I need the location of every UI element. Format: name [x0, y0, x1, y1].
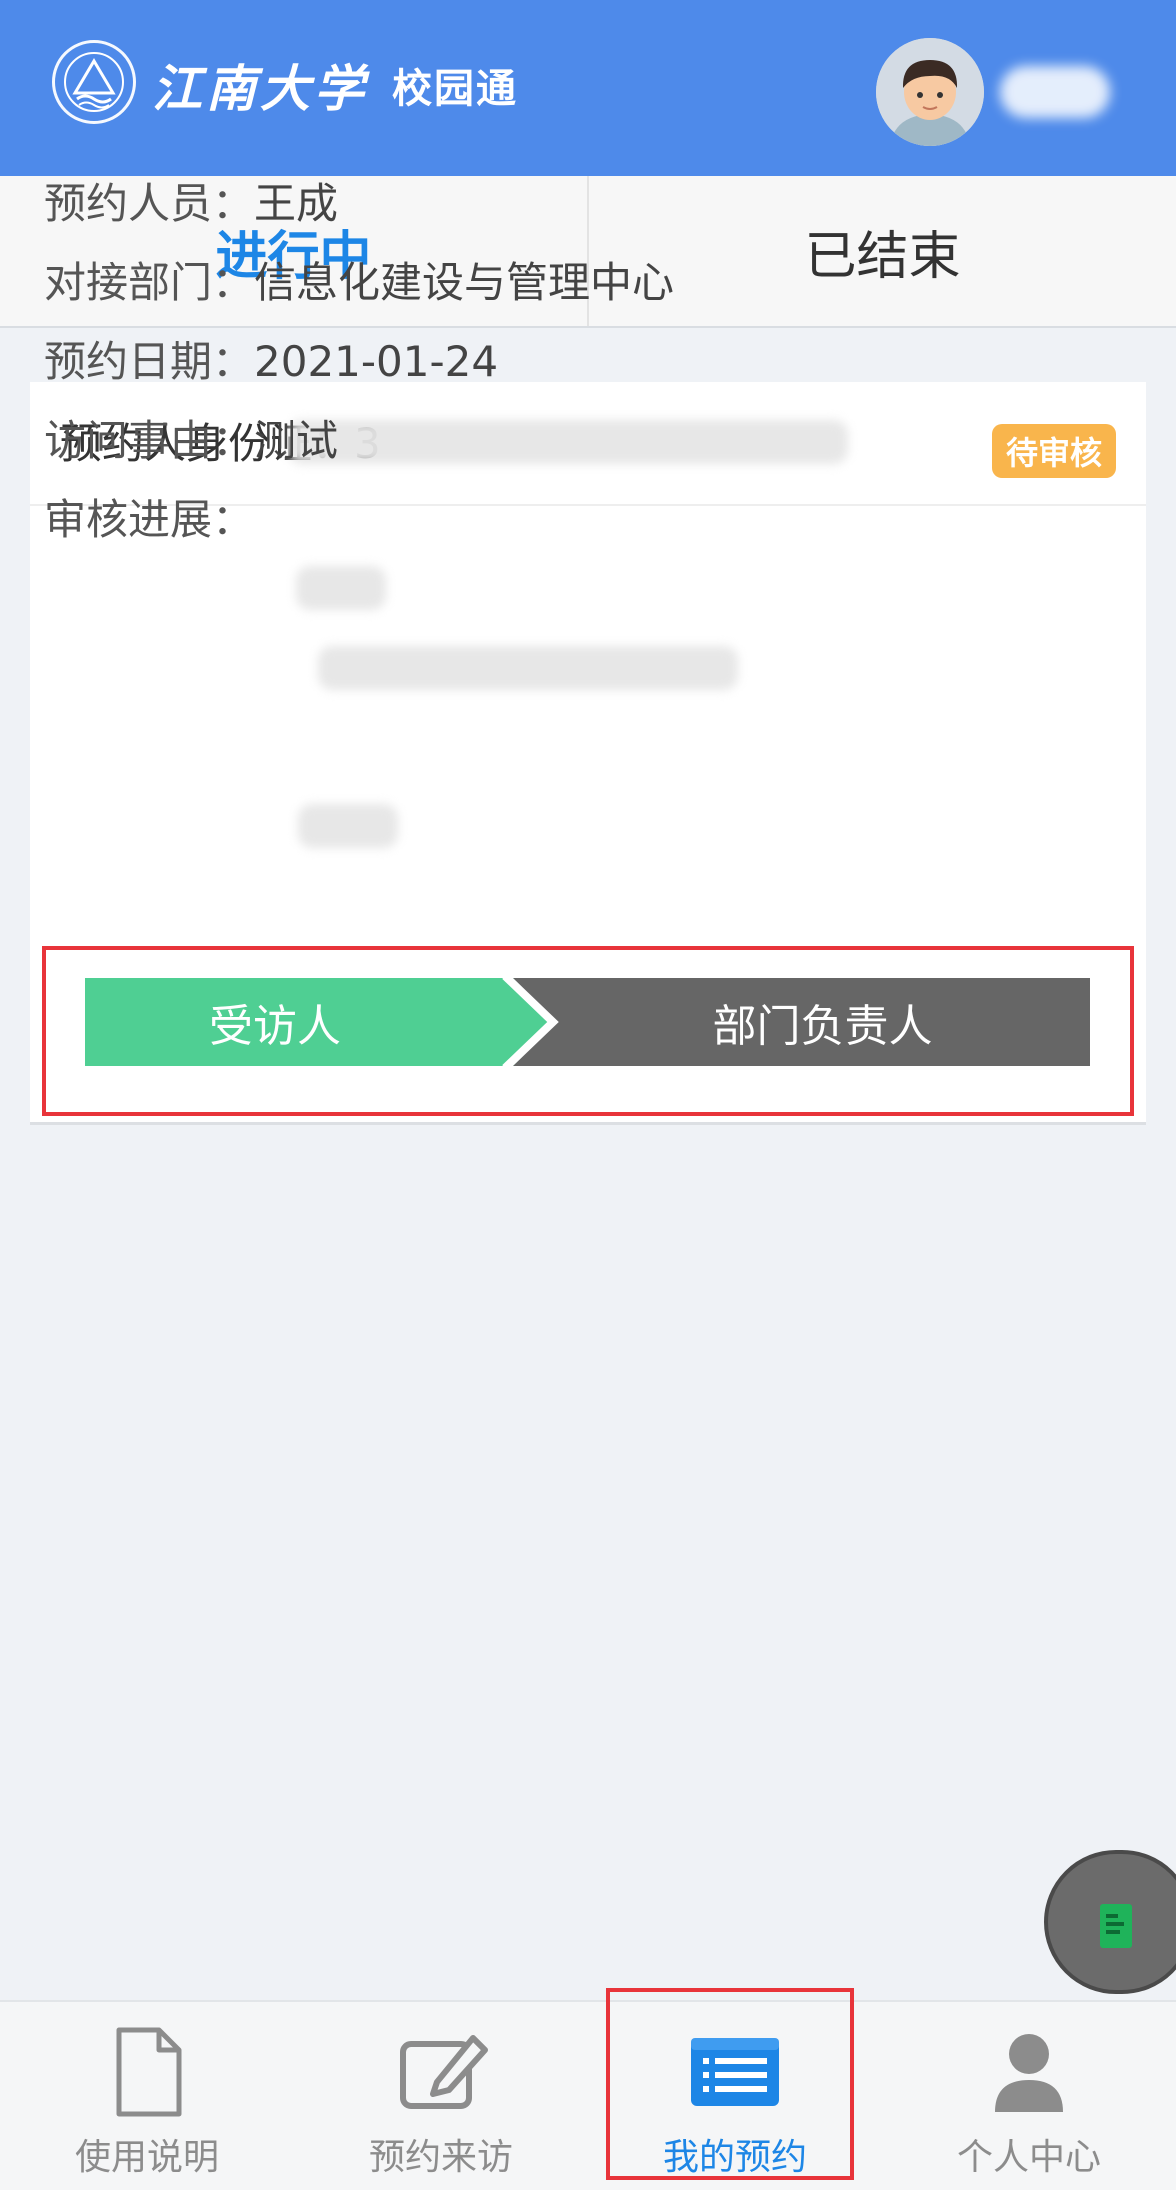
reservation-details: 预约人员：王成 对接部门：信息化建设与管理中心 预约日期：2021-01-24 … [44, 170, 674, 565]
progress-highlight-box [42, 946, 1134, 1116]
detail-row-department: 对接部门：信息化建设与管理中心 [44, 258, 675, 307]
nav-item-instructions[interactable]: 使用说明 [0, 2002, 294, 2190]
brand-title: 江南大学 校园通 [152, 50, 518, 120]
user-icon [981, 2024, 1077, 2120]
department-redaction [318, 646, 738, 690]
nav-label-visit-booking: 预约来访 [368, 2137, 513, 2178]
nav-highlight-box [606, 1988, 854, 2180]
nav-item-visit-booking[interactable]: 预约来访 [294, 2002, 588, 2190]
brand-script-name: 江南大学 [152, 59, 368, 118]
nav-label-instructions: 使用说明 [74, 2137, 219, 2178]
nav-label-personal-center: 个人中心 [956, 2137, 1101, 2178]
document-icon [99, 2024, 195, 2120]
edit-icon [393, 2024, 489, 2120]
detail-row-review-progress: 审核进展： [44, 495, 255, 544]
detail-row-reason: 访问事由：测试 [44, 416, 339, 465]
brand-app-name: 校园通 [392, 66, 518, 112]
status-badge: 待审核 [991, 424, 1116, 478]
visitor-name-redaction [296, 566, 386, 610]
tab-finished[interactable]: 已结束 [589, 176, 1176, 326]
detail-row-date: 预约日期：2021-01-24 [44, 337, 499, 386]
app-header: 江南大学 校园通 王成 [0, 0, 1176, 176]
university-logo-icon [52, 40, 136, 124]
nav-item-personal-center[interactable]: 个人中心 [882, 2002, 1176, 2190]
user-name[interactable]: 王成 [1000, 66, 1110, 118]
bottom-nav: 使用说明 预约来访 我的预约 个人中心 [0, 2000, 1176, 2190]
note-icon [1100, 1904, 1132, 1948]
avatar[interactable] [876, 38, 984, 146]
floating-notes-button[interactable] [1044, 1850, 1176, 1994]
detail-row-visitor: 预约人员：王成 [44, 179, 339, 228]
reason-redaction [298, 804, 398, 848]
